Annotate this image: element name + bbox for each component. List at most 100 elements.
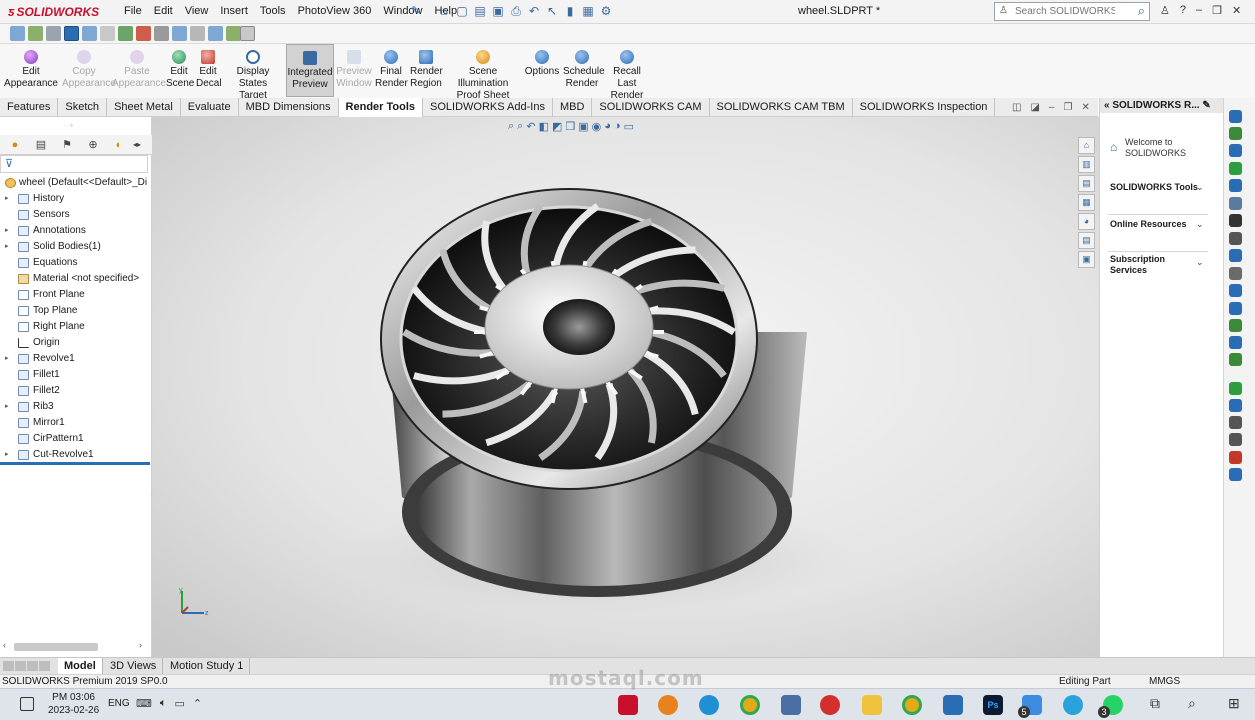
solidworks-taskbar-icon[interactable] (618, 695, 638, 715)
expand-arrow-icon[interactable]: ▸ (5, 223, 9, 239)
section-solidworks-tools[interactable]: SOLIDWORKS Tools (1110, 182, 1210, 193)
tray-chevron-up-icon[interactable]: ⌃ (193, 697, 202, 710)
split-icon[interactable] (1229, 232, 1242, 245)
design-library-icon[interactable]: ▥ (1078, 156, 1095, 173)
mail-taskbar-icon[interactable] (943, 695, 963, 715)
firefox-taskbar-icon[interactable] (658, 695, 678, 715)
rotate-icon[interactable] (1229, 162, 1242, 175)
tree-item-right-plane[interactable]: Right Plane (0, 319, 150, 335)
next-tab-icon[interactable] (27, 661, 38, 671)
appearances-scenes-icon[interactable]: ◕ (1078, 213, 1095, 230)
property-manager-tab-icon[interactable]: ▤ (32, 137, 50, 153)
edit-scene-button[interactable]: Edit Scene (166, 48, 194, 90)
collapse-handle-icon[interactable]: ◦ (70, 121, 73, 130)
minimize-button[interactable]: – (1196, 4, 1202, 17)
windows-start-icon[interactable]: ⊞ (1228, 695, 1240, 712)
menu-insert[interactable]: Insert (214, 5, 254, 17)
zoom-to-fit-icon[interactable]: ⌕ (508, 120, 514, 133)
ambient-occlusion-icon[interactable] (240, 26, 255, 41)
restore-button[interactable]: ❐ (1212, 4, 1222, 17)
shadows-icon[interactable] (190, 26, 205, 41)
scene-illumination-proof-sheet-button[interactable]: Scene Illumination Proof Sheet (446, 48, 520, 102)
scroll-right-icon[interactable]: › (139, 640, 142, 650)
tab-model[interactable]: Model (58, 658, 103, 675)
resources-home-icon[interactable]: ⌂ (1078, 137, 1095, 154)
tree-item-top-plane[interactable]: Top Plane (0, 303, 150, 319)
select-pointer-icon[interactable]: ↖ (544, 3, 560, 20)
tab-mbd-dimensions[interactable]: MBD Dimensions (239, 98, 339, 117)
recall-last-render-button[interactable]: Recall Last Render (604, 48, 650, 102)
viewport-maximize-icon[interactable]: ❐ (1063, 102, 1072, 113)
view-icon[interactable] (1229, 249, 1242, 262)
display-style-icon[interactable]: ▣ (578, 120, 588, 133)
viewport-restore-icon[interactable]: ◫ (1012, 102, 1021, 113)
expand-arrow-icon[interactable]: ▸ (5, 447, 9, 463)
display-style-icon[interactable] (64, 26, 79, 41)
expand-arrow-icon[interactable]: ▸ (5, 191, 9, 207)
tree-item-fillet1[interactable]: Fillet1 (0, 367, 150, 383)
viewport-close-icon[interactable]: ✕ (1081, 102, 1089, 113)
expand-arrow-icon[interactable]: ▸ (5, 399, 9, 415)
realview-icon[interactable] (226, 26, 241, 41)
integrated-preview-button[interactable]: Integrated Preview (286, 44, 334, 97)
chevron-down-icon[interactable]: ⌄ (1196, 219, 1204, 230)
shield-icon[interactable] (1229, 197, 1242, 210)
options-gear-icon[interactable]: ⚙ (598, 3, 614, 20)
tree-root-part[interactable]: wheel (Default<<Default>_Di (0, 175, 150, 191)
hide-show-icon[interactable] (82, 26, 97, 41)
verify-icon[interactable] (1229, 433, 1242, 446)
zoom-to-area-icon[interactable]: ⌕ (517, 120, 523, 133)
graphics-area[interactable]: ⌕ ⌕ ↶ ◧ ◩ ❒ ▣ ◉ ◕ ◑ ▭ y z ⌂ ▥ ▤ ▦ ◕ ▤ ▣ (152, 117, 1099, 657)
input-language[interactable]: ENG (108, 698, 130, 709)
task-pane-title[interactable]: « SOLIDWORKS R... ✎ (1100, 98, 1224, 113)
edit-decal-button[interactable]: Edit Decal (196, 48, 222, 90)
network-icon[interactable]: ▭ (175, 697, 185, 710)
task-view-icon[interactable]: ⧉ (1150, 695, 1160, 712)
menu-photoview[interactable]: PhotoView 360 (292, 5, 378, 17)
settings-icon[interactable] (1229, 416, 1242, 429)
edit-appearance-button[interactable]: Edit Appearance (4, 48, 58, 90)
display-states-target-button[interactable]: Display States Target (224, 48, 282, 102)
options-button[interactable]: Options (524, 48, 560, 78)
last-tab-icon[interactable] (39, 661, 50, 671)
forum-icon[interactable]: ▣ (1078, 251, 1095, 268)
chevron-down-icon[interactable]: ⌄ (1196, 182, 1204, 193)
final-render-button[interactable]: Final Render (375, 48, 408, 90)
stop-icon[interactable] (1229, 451, 1242, 464)
tab-solidworks-inspection[interactable]: SOLIDWORKS Inspection (853, 98, 996, 117)
zoom-icon[interactable] (28, 26, 43, 41)
perspective-icon[interactable] (208, 26, 223, 41)
edge-taskbar-icon[interactable] (699, 695, 719, 715)
expand-arrow-icon[interactable]: ▸ (5, 239, 9, 255)
tree-item-history[interactable]: ▸ History (0, 191, 150, 207)
swap-icon[interactable] (1229, 382, 1242, 395)
decal-icon[interactable] (136, 26, 151, 41)
expand-arrow-icon[interactable]: ▸ (5, 351, 9, 367)
photoshop-taskbar-icon[interactable]: Ps (983, 695, 1003, 715)
zoom-icon[interactable] (1229, 179, 1242, 192)
view-orientation-icon[interactable]: ❒ (565, 120, 575, 133)
calendar-taskbar-icon[interactable] (781, 695, 801, 715)
gear-icon[interactable] (1229, 399, 1242, 412)
tree-horizontal-scrollbar[interactable]: ‹ › (0, 640, 150, 654)
copy-appearance-button[interactable]: Copy Appearance (62, 48, 116, 90)
tab-render-tools[interactable]: Render Tools (338, 98, 424, 117)
tree-item-solid-bodies[interactable]: ▸ Solid Bodies(1) (0, 239, 150, 255)
scrollbar-thumb[interactable] (14, 643, 98, 651)
unit-system-selector[interactable]: MMGS (1149, 675, 1180, 688)
file-explorer-taskbar-icon[interactable] (862, 695, 882, 715)
save-icon[interactable]: ▣ (490, 3, 506, 20)
rebuild-icon[interactable]: ▮ (562, 3, 578, 20)
section-view-icon[interactable] (46, 26, 61, 41)
user-account-icon[interactable]: ♙ (1160, 4, 1170, 17)
apply-scene-icon[interactable]: ◑ (614, 120, 621, 133)
open-folder-icon[interactable]: ▤ (472, 3, 488, 20)
undo-icon[interactable]: ↶ (526, 3, 542, 20)
volume-icon[interactable]: 🔈︎ (160, 697, 167, 710)
chevron-down-icon[interactable]: ⌄ (1196, 257, 1204, 268)
tabs-scroll-arrows-icon[interactable]: ◂▸ (128, 137, 146, 153)
viewport-tile-icon[interactable]: ◪ (1030, 102, 1039, 113)
preview-window-button[interactable]: Preview Window (336, 48, 372, 90)
print-icon[interactable]: ⎙ (508, 3, 524, 20)
section-subscription-services[interactable]: Subscription Services (1110, 254, 1190, 276)
